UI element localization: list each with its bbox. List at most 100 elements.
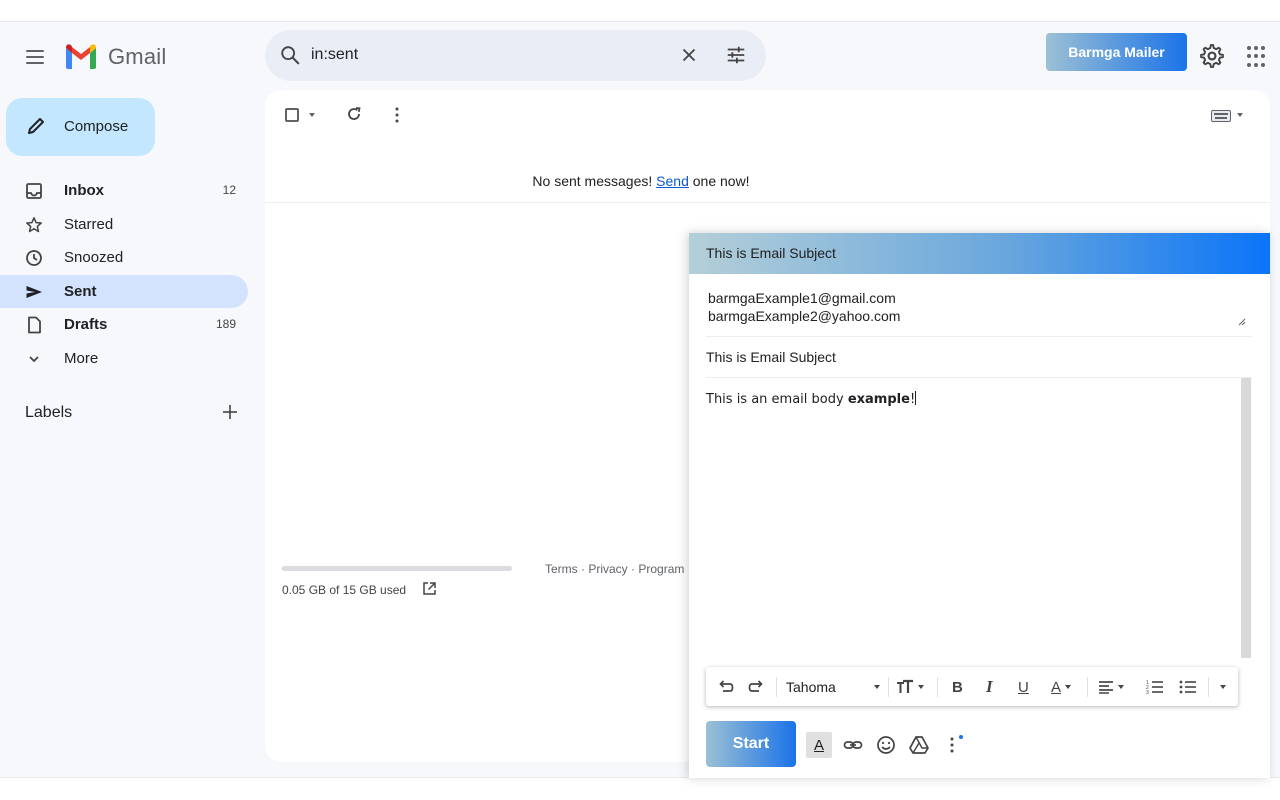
sidebar-item-starred[interactable]: Starred [0, 208, 248, 242]
sidebar-item-label: Sent [64, 282, 97, 300]
drafts-count: 189 [215, 317, 236, 331]
search-input[interactable] [311, 40, 671, 70]
text-cursor [915, 391, 917, 405]
svg-text:3: 3 [1146, 690, 1149, 696]
google-apps-icon[interactable] [1247, 46, 1269, 68]
insert-link-icon[interactable] [842, 734, 864, 756]
compose-button[interactable]: Compose [6, 98, 155, 156]
search-options-icon[interactable] [725, 44, 747, 66]
font-family-select[interactable]: Tahoma [786, 677, 884, 697]
privacy-link[interactable]: Privacy [588, 562, 627, 576]
clock-icon [26, 250, 42, 266]
emoji-icon[interactable] [875, 734, 897, 756]
sidebar-item-more[interactable]: More [0, 342, 248, 376]
align-chevron-icon [1118, 685, 1124, 689]
draft-icon [28, 316, 41, 334]
send-button[interactable]: Start [706, 721, 796, 767]
compose-window: This is Email Subject barmgaExample1@gma… [689, 233, 1270, 778]
compose-label: Compose [64, 118, 129, 135]
font-size-chevron-icon [918, 685, 924, 689]
more-formatting-chevron-icon[interactable] [1216, 677, 1226, 697]
search-bar [265, 30, 766, 81]
footer-links: Terms · Privacy · Program [545, 562, 685, 576]
compose-window-title: This is Email Subject [706, 245, 836, 261]
toolbar-separator [937, 677, 938, 697]
align-left-icon [1099, 681, 1113, 694]
google-drive-icon[interactable] [908, 734, 930, 756]
recipient-entry: barmgaExample2@yahoo.com [708, 308, 901, 324]
select-all-checkbox[interactable] [285, 108, 299, 122]
sidebar-item-label: Inbox [64, 182, 104, 199]
inbox-icon [26, 183, 42, 199]
undo-icon[interactable] [716, 677, 734, 697]
empty-prefix: No sent messages! [532, 173, 657, 189]
text-color-icon: A [1051, 678, 1062, 696]
keyboard-icon[interactable] [1211, 110, 1231, 122]
search-icon[interactable] [279, 44, 301, 66]
add-label-icon[interactable] [220, 402, 240, 422]
refresh-icon[interactable] [345, 105, 363, 123]
input-tools-chevron-icon[interactable] [1237, 113, 1243, 117]
message-body-editor[interactable]: This is an email body example! [706, 378, 1252, 658]
select-options-chevron-icon[interactable] [309, 113, 315, 117]
sidebar-item-label: Drafts [64, 316, 108, 333]
open-storage-external-icon[interactable] [422, 581, 437, 596]
sidebar-item-label: Starred [64, 215, 114, 233]
numbered-list-icon[interactable]: 123 [1146, 677, 1164, 697]
clear-search-icon[interactable] [678, 44, 700, 66]
subject-field[interactable]: This is Email Subject [706, 337, 1252, 378]
gmail-logo-icon [66, 44, 96, 69]
terms-link[interactable]: Terms [545, 562, 578, 576]
send-icon [26, 285, 42, 298]
gmail-logo-text: Gmail [108, 44, 167, 69]
sidebar-item-sent[interactable]: Sent [0, 274, 248, 308]
more-options-icon[interactable] [943, 734, 969, 756]
main-menu-button[interactable] [22, 44, 48, 70]
body-scrollbar[interactable] [1241, 378, 1251, 658]
pencil-icon [28, 118, 44, 134]
settings-gear-icon[interactable] [1199, 43, 1225, 69]
sidebar-nav: Inbox 12 Starred Snoozed Sent Drafts 189… [0, 174, 248, 375]
text-color-button[interactable]: A [1051, 677, 1072, 697]
send-link[interactable]: Send [656, 173, 689, 189]
bulleted-list-icon[interactable] [1179, 677, 1197, 697]
resize-grip-icon[interactable] [1238, 318, 1246, 326]
toolbar-separator [776, 677, 777, 697]
more-options-icon[interactable] [391, 106, 403, 124]
toolbar-separator [888, 677, 889, 697]
star-icon [26, 216, 42, 232]
recipient-entry: barmgaExample1@gmail.com [708, 290, 896, 306]
underline-icon[interactable]: U [1018, 677, 1029, 697]
bold-icon[interactable]: B [952, 677, 963, 697]
font-family-value: Tahoma [786, 679, 836, 695]
font-family-chevron-icon [874, 685, 880, 689]
formatting-toolbar: Tahoma B I U A 123 [706, 667, 1238, 706]
recipients-field[interactable]: barmgaExample1@gmail.com barmgaExample2@… [706, 289, 1252, 337]
toolbar-separator [1087, 677, 1088, 697]
storage-usage-bar [282, 566, 512, 571]
sidebar-item-label: More [64, 349, 99, 367]
storage-usage-fill [282, 566, 283, 571]
sidebar-item-label: Snoozed [64, 249, 124, 266]
italic-icon[interactable]: I [986, 677, 993, 697]
align-button[interactable] [1098, 677, 1124, 697]
body-text: This is an email body [706, 392, 848, 407]
storage-text: 0.05 GB of 15 GB used [282, 583, 407, 597]
divider [265, 202, 1270, 203]
program-policies-link[interactable]: Program [638, 562, 684, 576]
toolbar-separator [1208, 677, 1209, 697]
compose-window-header[interactable]: This is Email Subject [689, 233, 1270, 274]
empty-suffix: one now! [688, 173, 750, 189]
redo-icon[interactable] [748, 677, 766, 697]
sidebar-item-drafts[interactable]: Drafts 189 [0, 308, 248, 342]
text-color-chevron-icon [1065, 685, 1072, 689]
sidebar-item-inbox[interactable]: Inbox 12 [0, 174, 248, 208]
empty-state-message: No sent messages! Send one now! [265, 173, 1017, 189]
body-bold-text: example [847, 392, 910, 407]
formatting-options-icon[interactable]: A [806, 732, 832, 758]
inbox-count: 12 [222, 183, 236, 197]
font-size-button[interactable] [896, 677, 926, 697]
sidebar-item-snoozed[interactable]: Snoozed [0, 241, 248, 275]
barmga-mailer-button[interactable]: Barmga Mailer [1046, 33, 1187, 71]
text-size-icon [897, 679, 913, 693]
